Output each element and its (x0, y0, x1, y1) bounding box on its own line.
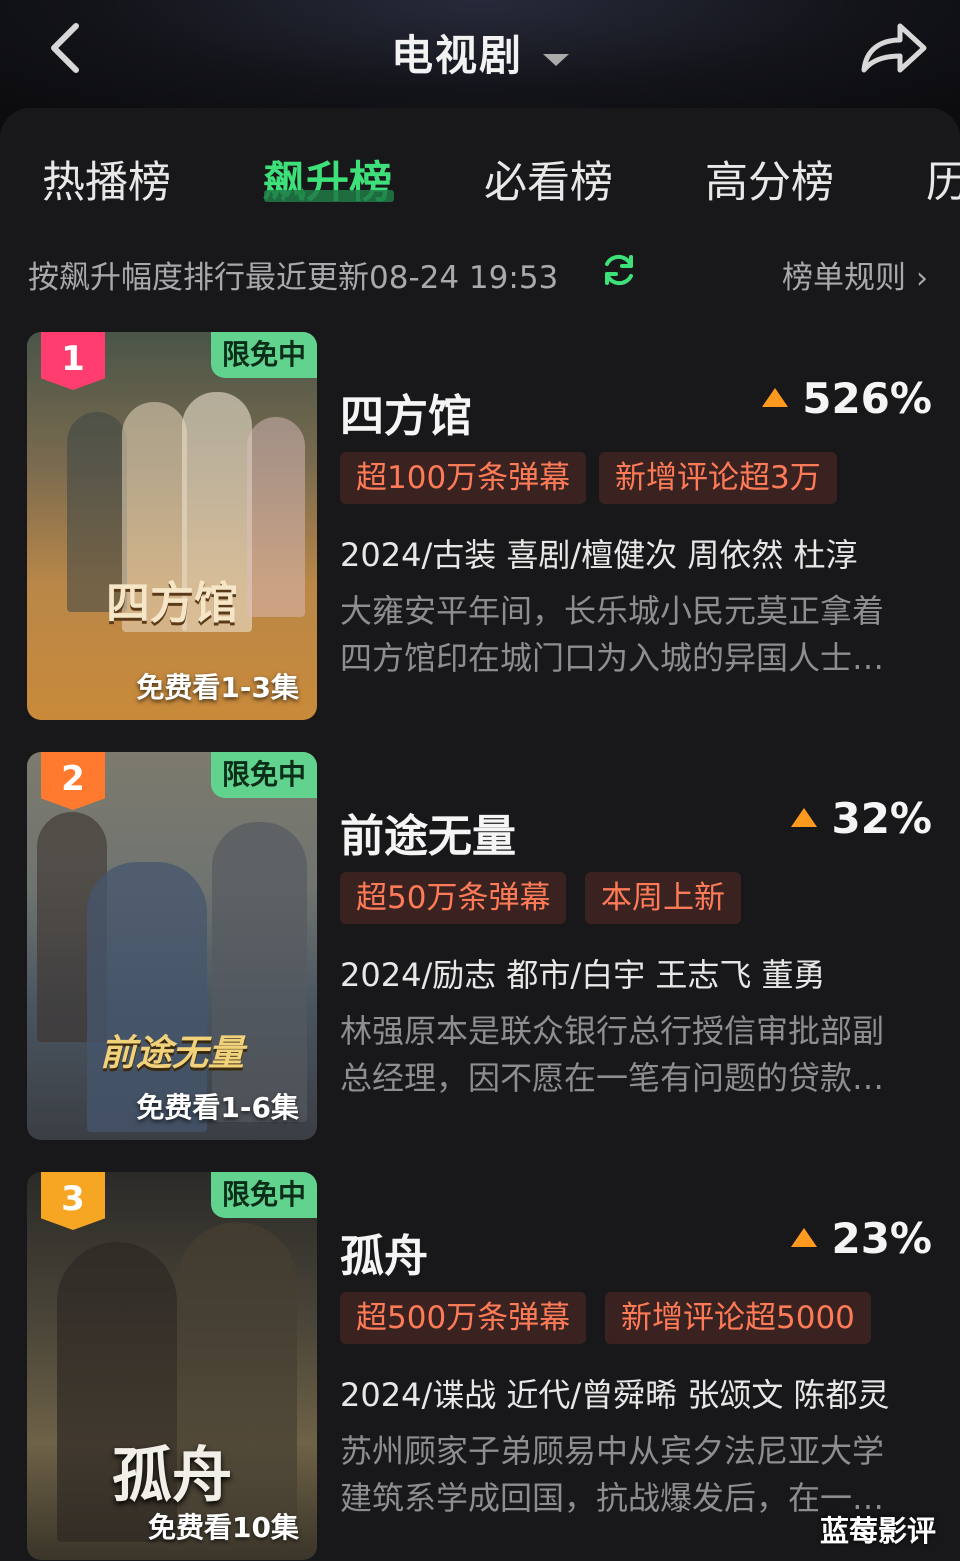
rank-badge: 2 (41, 752, 105, 810)
trend-value: 23% (791, 1214, 932, 1263)
tab-hot[interactable]: 热播榜 (42, 148, 171, 210)
tag: 超100万条弹幕 (340, 452, 587, 504)
caret-down-icon (543, 53, 569, 66)
tag: 超500万条弹幕 (340, 1292, 587, 1344)
description-line: 苏州顾家子弟顾易中从宾夕法尼亚大学 (340, 1432, 885, 1470)
free-badge: 限免中 (211, 752, 317, 798)
poster[interactable]: 孤舟 3 限免中 免费看10集 (27, 1172, 317, 1560)
free-episodes-label: 免费看1-6集 (136, 1091, 299, 1124)
tab-must-watch[interactable]: 必看榜 (484, 148, 613, 210)
trend-value: 32% (791, 794, 932, 843)
update-info: 按飙升幅度排行最近更新08-24 19:53 (28, 260, 559, 296)
trend-value: 526% (762, 374, 932, 423)
show-title[interactable]: 孤舟 (340, 1220, 428, 1284)
title-dropdown[interactable]: 电视剧 (0, 22, 960, 83)
trend-percent: 23% (831, 1214, 932, 1263)
refresh-icon[interactable] (601, 252, 637, 288)
poster-title: 孤舟 (112, 1441, 232, 1511)
rules-link[interactable]: 榜单规则 › (782, 252, 928, 297)
show-description: 林强原本是联众银行总行授信审批部副 总经理，因不愿在一笔有问题的贷款… (340, 1008, 935, 1102)
page-title: 电视剧 (390, 31, 523, 80)
poster-title: 前途无量 (99, 1032, 244, 1074)
free-badge: 限免中 (211, 332, 317, 378)
tag: 新增评论超3万 (599, 452, 837, 504)
show-title[interactable]: 四方馆 (340, 380, 472, 444)
description-line: 林强原本是联众银行总行授信审批部副 (340, 1012, 885, 1050)
list-item[interactable]: 四方馆 1 限免中 免费看1-3集 四方馆 526% 超100万条弹幕 新增评论… (0, 332, 960, 720)
watermark: 蓝莓影评 (820, 1514, 937, 1548)
free-badge: 限免中 (211, 1172, 317, 1218)
description-line: 总经理，因不愿在一笔有问题的贷款… (340, 1059, 885, 1097)
list-item[interactable]: 孤舟 3 限免中 免费看10集 孤舟 23% 超500万条弹幕 新增评论超500… (0, 1172, 960, 1560)
rules-label: 榜单规则 (782, 260, 906, 296)
tab-history[interactable]: 历 (926, 148, 960, 210)
free-episodes-label: 免费看10集 (148, 1511, 299, 1544)
poster-title: 四方馆 (106, 578, 238, 629)
list-item[interactable]: 前途无量 2 限免中 免费看1-6集 前途无量 32% 超50万条弹幕 本周上新… (0, 752, 960, 1140)
description-line: 四方馆印在城门口为入城的异国人士… (340, 639, 885, 677)
trend-percent: 526% (802, 374, 932, 423)
free-episodes-label: 免费看1-3集 (136, 671, 299, 704)
tag: 新增评论超5000 (605, 1292, 871, 1344)
active-tab-indicator (264, 190, 394, 202)
description-line: 大雍安平年间，长乐城小民元莫正拿着 (340, 592, 885, 630)
show-description: 大雍安平年间，长乐城小民元莫正拿着 四方馆印在城门口为入城的异国人士… (340, 588, 935, 682)
trend-percent: 32% (831, 794, 932, 843)
trend-up-icon (791, 1228, 818, 1247)
share-icon[interactable] (856, 16, 932, 78)
show-title[interactable]: 前途无量 (340, 800, 516, 864)
tab-high-score[interactable]: 高分榜 (705, 148, 834, 210)
top-bar: 电视剧 (0, 0, 960, 110)
show-meta: 2024/古装 喜剧/檀健次 周依然 杜淳 (340, 536, 858, 574)
rank-badge: 3 (41, 1172, 105, 1230)
tag: 本周上新 (585, 872, 741, 924)
rank-badge: 1 (41, 332, 105, 390)
poster[interactable]: 前途无量 2 限免中 免费看1-6集 (27, 752, 317, 1140)
chevron-right-icon: › (916, 261, 928, 296)
poster[interactable]: 四方馆 1 限免中 免费看1-3集 (27, 332, 317, 720)
ranking-tabs: 热播榜 飙升榜 必看榜 高分榜 历 (0, 148, 960, 208)
tag: 超50万条弹幕 (340, 872, 567, 924)
trend-up-icon (791, 808, 818, 827)
show-meta: 2024/谍战 近代/曾舜晞 张颂文 陈都灵 (340, 1376, 890, 1414)
show-meta: 2024/励志 都市/白宇 王志飞 董勇 (340, 956, 826, 994)
trend-up-icon (762, 388, 789, 407)
